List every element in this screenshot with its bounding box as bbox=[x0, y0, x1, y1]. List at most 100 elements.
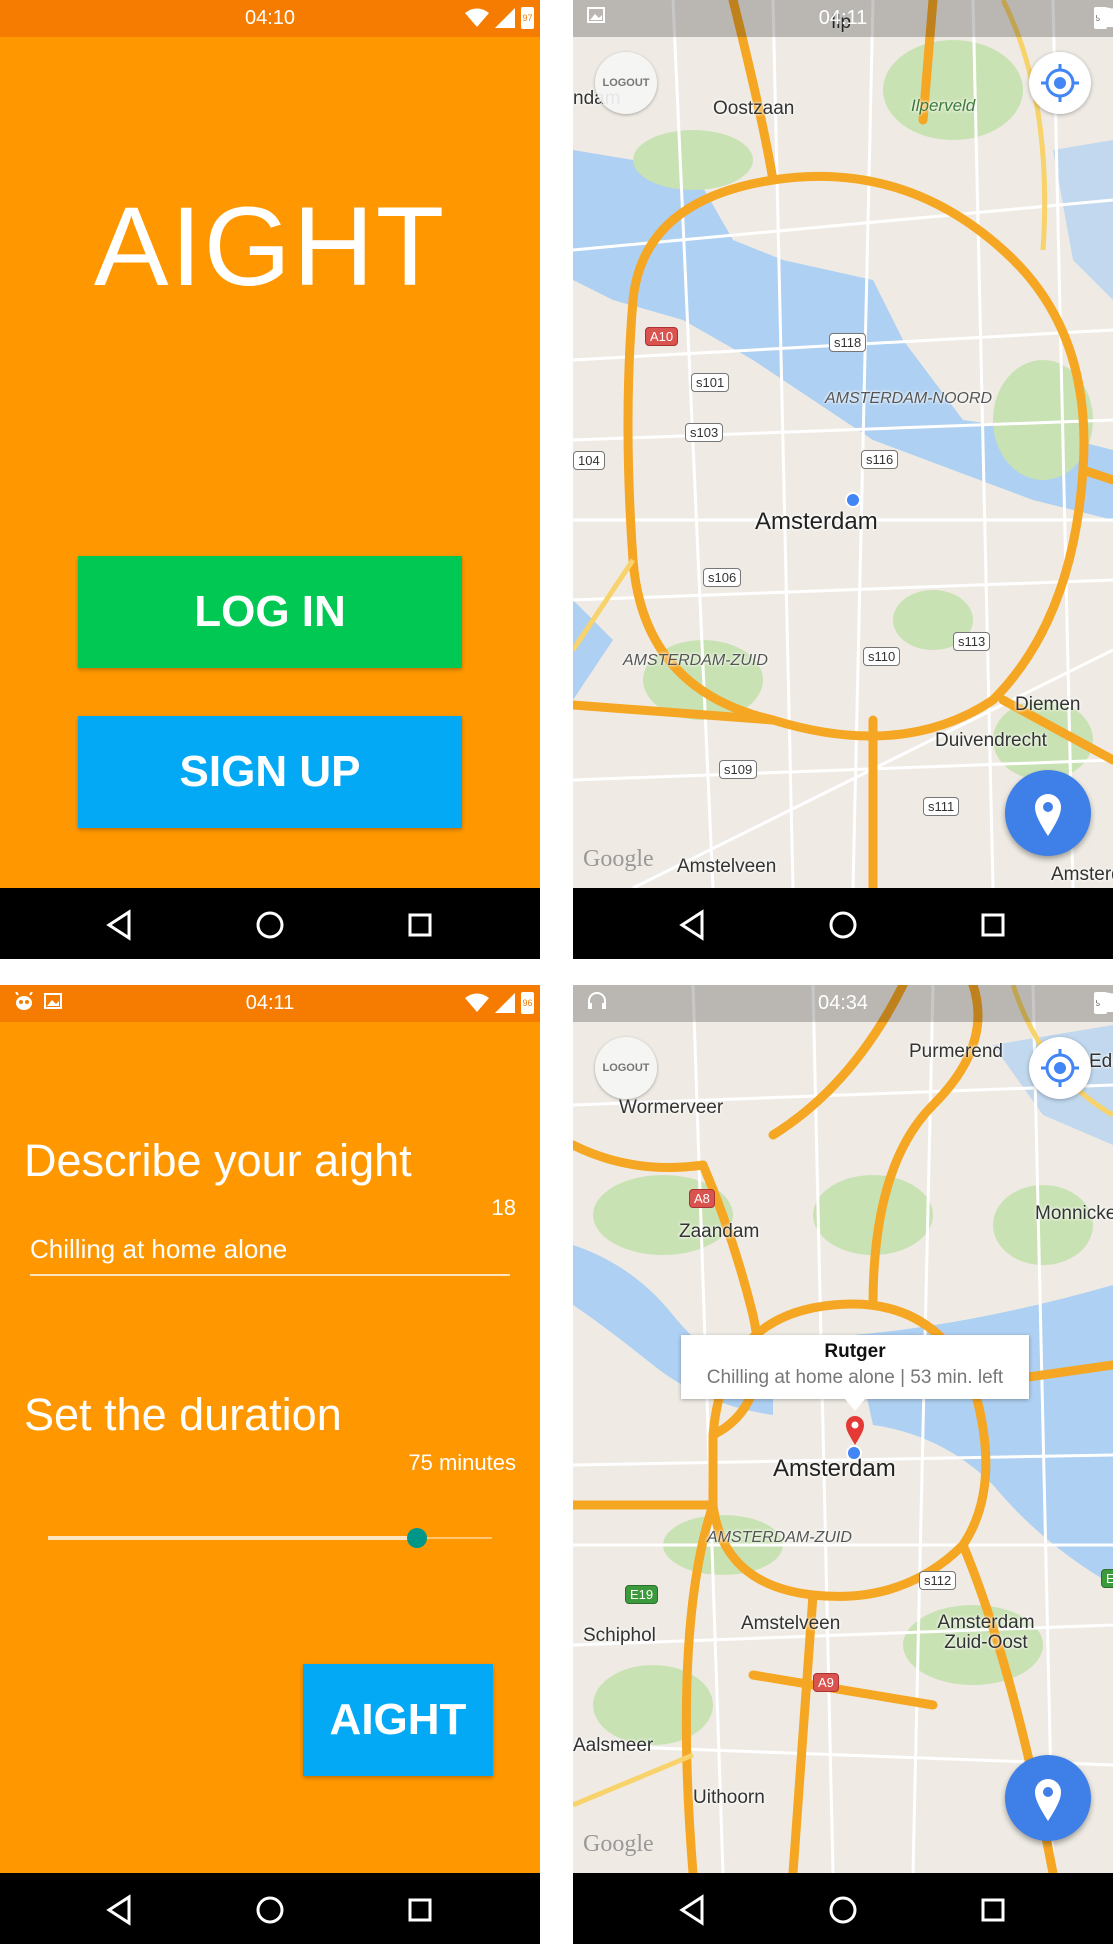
wifi-icon bbox=[465, 993, 489, 1012]
road-shield: A10 bbox=[645, 327, 679, 346]
road-shield: s110 bbox=[863, 647, 901, 666]
info-window[interactable]: Rutger Chilling at home alone | 53 min. … bbox=[681, 1335, 1029, 1399]
google-watermark: Google bbox=[583, 846, 654, 872]
describe-heading: Describe your aight bbox=[24, 1135, 412, 1186]
map-screen-1: 04:11 97 Ilp ndam Oostzaan Ilperveld AMS… bbox=[573, 0, 1113, 959]
recents-icon[interactable] bbox=[976, 908, 1010, 942]
map-label-amsterdam-zuid: AMSTERDAM-ZUID bbox=[707, 1529, 852, 1546]
home-icon[interactable] bbox=[253, 908, 287, 942]
map-label-amsterdam-zuid-oost: Amsterdam Zuid-Oost bbox=[937, 1612, 1035, 1653]
wifi-icon bbox=[465, 8, 489, 27]
google-watermark: Google bbox=[583, 1831, 654, 1857]
status-time: 04:11 bbox=[818, 7, 868, 29]
map-label-uithoorn: Uithoorn bbox=[693, 1787, 765, 1808]
login-button[interactable]: LOG IN bbox=[78, 556, 462, 668]
status-time: 04:34 bbox=[817, 992, 869, 1014]
locate-icon bbox=[1041, 64, 1079, 102]
road-shield: s113 bbox=[953, 632, 991, 651]
status-bar: 04:11 97 bbox=[573, 0, 1113, 37]
map-label-duivendrecht: Duivendrecht bbox=[935, 730, 1047, 751]
duration-value: 75 minutes bbox=[408, 1450, 516, 1475]
map-label-diemen: Diemen bbox=[1015, 694, 1081, 715]
signal-icon bbox=[495, 993, 515, 1013]
navigation-bar bbox=[573, 888, 1113, 959]
map-label-amsterdam: Amsterdam bbox=[755, 508, 878, 535]
status-bar: 04:11 96 bbox=[0, 985, 540, 1022]
my-location-button[interactable] bbox=[1029, 1037, 1091, 1099]
description-input-underline bbox=[30, 1274, 510, 1276]
road-shield: s111 bbox=[923, 797, 960, 816]
back-icon[interactable] bbox=[103, 908, 137, 942]
road-shield: E bbox=[1101, 1569, 1113, 1588]
location-pin-icon bbox=[1035, 794, 1061, 836]
aight-submit-button[interactable]: AIGHT bbox=[303, 1664, 493, 1776]
logout-button[interactable]: LOGOUT bbox=[595, 52, 657, 114]
signal-icon bbox=[1094, 8, 1113, 27]
map-graphic bbox=[573, 0, 1113, 888]
map-label-zaandam: Zaandam bbox=[679, 1221, 760, 1242]
status-time: 04:10 bbox=[244, 7, 296, 29]
character-counter: 18 bbox=[491, 1195, 516, 1220]
home-icon[interactable] bbox=[253, 1893, 287, 1927]
road-shield: s101 bbox=[691, 373, 730, 392]
map-label-amstelveen: Amstelveen bbox=[741, 1613, 841, 1634]
description-input[interactable]: Chilling at home alone bbox=[30, 1234, 287, 1265]
map-label-amsterdam-zuid: AMSTERDAM-ZUID bbox=[623, 652, 768, 669]
status-bar: 04:34 97 bbox=[573, 985, 1113, 1022]
info-window-name: Rutger bbox=[824, 1341, 886, 1362]
back-icon[interactable] bbox=[676, 1893, 710, 1927]
describe-screen: 04:11 96 Describe your aight 18 Chilling… bbox=[0, 985, 540, 1944]
signal-icon bbox=[495, 8, 515, 28]
drop-pin-button[interactable] bbox=[1005, 1755, 1091, 1841]
status-time: 04:11 bbox=[245, 992, 295, 1014]
map-label-amsterd: Amsterd bbox=[1051, 864, 1113, 885]
map-screen-2: 04:34 97 Purmerend Eda Wormerveer Monnic… bbox=[573, 985, 1113, 1944]
road-shield: E19 bbox=[625, 1585, 659, 1604]
login-screen: 04:10 97 AIGHT LOG IN SIGN UP bbox=[0, 0, 540, 959]
recents-icon[interactable] bbox=[403, 908, 437, 942]
slider-track-active bbox=[48, 1536, 417, 1540]
map-view[interactable]: 04:34 97 Purmerend Eda Wormerveer Monnic… bbox=[573, 985, 1113, 1873]
battery-icon: 96 bbox=[521, 992, 534, 1014]
map-label-aalsmeer: Aalsmeer bbox=[573, 1735, 654, 1756]
slider-thumb[interactable] bbox=[406, 1528, 427, 1548]
back-icon[interactable] bbox=[676, 908, 710, 942]
info-window-pointer bbox=[845, 1399, 865, 1411]
navigation-bar bbox=[0, 1873, 540, 1944]
battery-icon: 97 bbox=[521, 7, 534, 29]
login-content: AIGHT LOG IN SIGN UP bbox=[0, 37, 540, 888]
logout-button[interactable]: LOGOUT bbox=[595, 1037, 657, 1099]
app-title: AIGHT bbox=[93, 184, 447, 309]
home-icon[interactable] bbox=[826, 908, 860, 942]
map-view[interactable]: 04:11 97 Ilp ndam Oostzaan Ilperveld AMS… bbox=[573, 0, 1113, 888]
map-label-purmerend: Purmerend bbox=[909, 1041, 1003, 1062]
signal-icon bbox=[1094, 993, 1113, 1012]
recents-icon[interactable] bbox=[403, 1893, 437, 1927]
describe-content: Describe your aight 18 Chilling at home … bbox=[0, 1022, 540, 1873]
location-pin-icon bbox=[1035, 1779, 1061, 1821]
current-location-dot bbox=[846, 1445, 862, 1461]
map-label-monnicken: Monnicken bbox=[1035, 1203, 1113, 1224]
home-icon[interactable] bbox=[826, 1893, 860, 1927]
map-label-schiphol: Schiphol bbox=[583, 1625, 656, 1646]
drop-pin-button[interactable] bbox=[1005, 770, 1091, 856]
navigation-bar bbox=[573, 1873, 1113, 1944]
user-marker-pin-icon[interactable] bbox=[845, 1415, 865, 1445]
road-shield: s112 bbox=[919, 1571, 957, 1590]
map-label-amsterdam: Amsterdam bbox=[773, 1455, 896, 1482]
my-location-button[interactable] bbox=[1029, 52, 1091, 114]
slider-track-inactive bbox=[416, 1537, 492, 1539]
back-icon[interactable] bbox=[103, 1893, 137, 1927]
road-shield: s103 bbox=[685, 423, 724, 442]
road-shield: s109 bbox=[719, 760, 758, 779]
recents-icon[interactable] bbox=[976, 1893, 1010, 1927]
road-shield: s118 bbox=[829, 333, 867, 352]
road-shield: A9 bbox=[813, 1673, 839, 1692]
navigation-bar bbox=[0, 888, 540, 959]
signup-button[interactable]: SIGN UP bbox=[78, 716, 462, 828]
map-label-wormerveer: Wormerveer bbox=[619, 1097, 724, 1118]
road-shield: s116 bbox=[861, 450, 899, 469]
map-label-amsterdam-noord: AMSTERDAM-NOORD bbox=[825, 390, 993, 407]
info-window-description: Chilling at home alone | 53 min. left bbox=[706, 1367, 1004, 1388]
map-label-oostzaan: Oostzaan bbox=[713, 98, 795, 119]
